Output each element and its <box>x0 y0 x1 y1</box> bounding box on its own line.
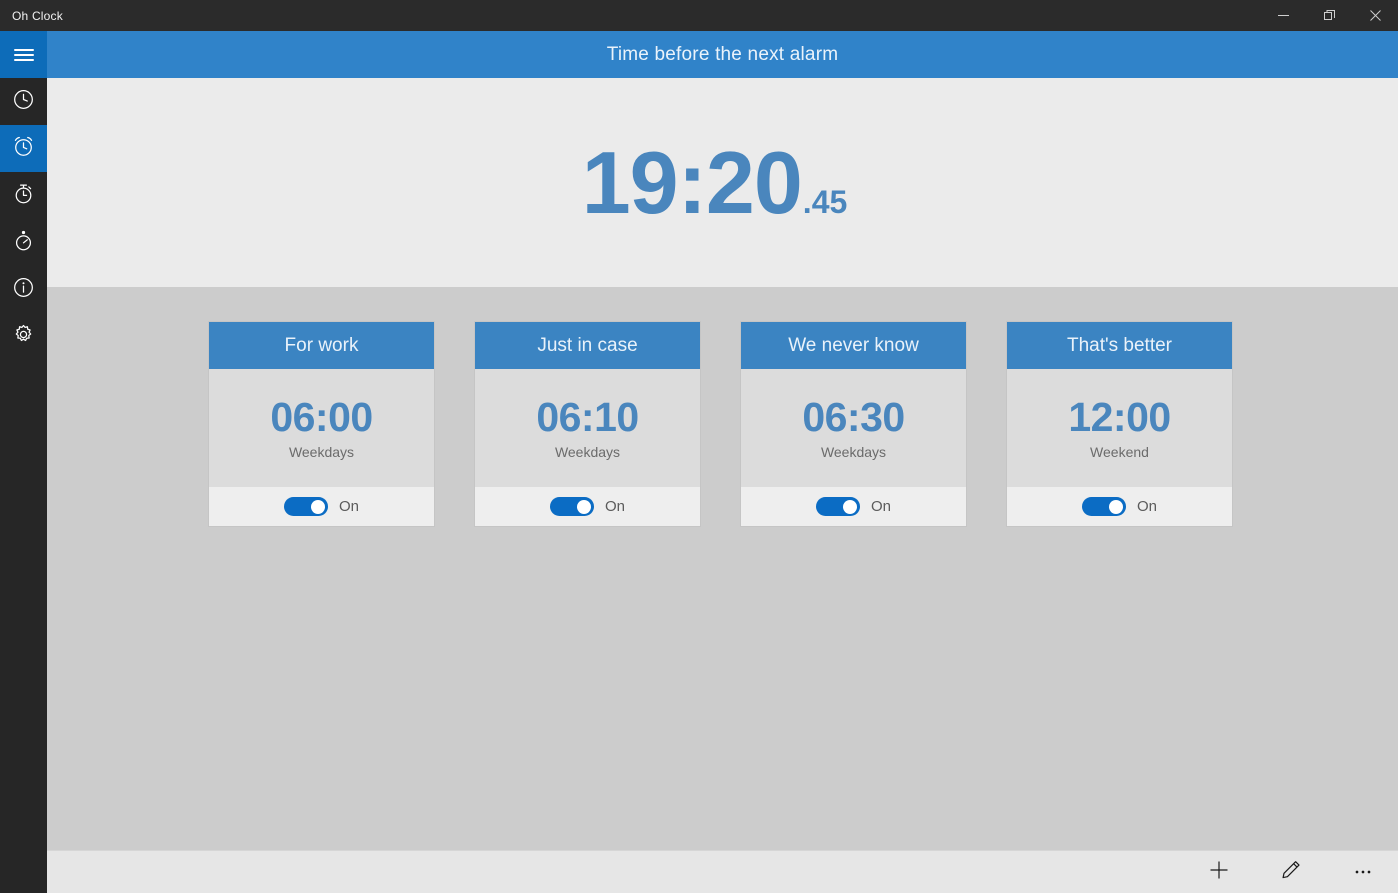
alarm-card[interactable]: We never know 06:30 Weekdays On <box>741 322 966 526</box>
alarm-card-body: 12:00 Weekend <box>1007 369 1232 487</box>
alarm-toggle[interactable] <box>815 497 860 516</box>
more-options-button[interactable] <box>1342 855 1384 889</box>
alarm-time: 12:00 <box>1068 393 1171 440</box>
alarm-cards: For work 06:00 Weekdays On Just in case … <box>209 322 1398 526</box>
countdown-display: 19:20 .45 <box>581 132 848 232</box>
alarm-card-footer: On <box>475 487 700 526</box>
info-icon <box>12 276 35 304</box>
bottom-app-bar <box>47 850 1398 893</box>
alarm-card-body: 06:30 Weekdays <box>741 369 966 487</box>
alarm-title: For work <box>284 334 359 356</box>
sidebar-item-clock[interactable] <box>0 78 47 125</box>
alarm-repeat: Weekdays <box>820 443 887 460</box>
restore-button[interactable] <box>1306 0 1352 31</box>
alarm-title: Just in case <box>537 334 638 356</box>
alarm-repeat: Weekdays <box>288 443 355 460</box>
alarm-card-footer: On <box>209 487 434 526</box>
alarm-card-body: 06:10 Weekdays <box>475 369 700 487</box>
title-bar: Oh Clock <box>0 0 1398 31</box>
sidebar-item-stopwatch[interactable] <box>0 172 47 219</box>
minimize-button[interactable] <box>1260 0 1306 31</box>
alarm-card-header: For work <box>209 322 434 369</box>
countdown-fraction: .45 <box>802 183 848 220</box>
alarm-title: That's better <box>1066 334 1172 356</box>
clock-icon <box>12 88 35 116</box>
alarm-toggle-label: On <box>870 498 891 515</box>
stopwatch-icon <box>12 182 35 210</box>
alarm-toggle[interactable] <box>549 497 594 516</box>
alarm-repeat: Weekdays <box>554 443 621 460</box>
page-title: Time before the next alarm <box>606 43 839 65</box>
alarm-card-footer: On <box>1007 487 1232 526</box>
window-body: Time before the next alarm 19:20 .45 For… <box>0 31 1398 893</box>
alarm-list-area: For work 06:00 Weekdays On Just in case … <box>47 287 1398 850</box>
edit-alarm-button[interactable] <box>1270 855 1312 889</box>
alarm-title: We never know <box>788 334 919 356</box>
timer-icon <box>12 229 35 257</box>
alarm-icon <box>12 135 35 163</box>
countdown-time: 19:20 <box>581 132 803 232</box>
navigation-sidebar <box>0 31 47 893</box>
oh-clock-window: Oh Clock Time before the next alarm 19:2… <box>0 0 1398 893</box>
alarm-card[interactable]: That's better 12:00 Weekend On <box>1007 322 1232 526</box>
sidebar-item-timer[interactable] <box>0 219 47 266</box>
hamburger-menu-button[interactable] <box>0 31 47 78</box>
alarm-time: 06:00 <box>270 393 373 440</box>
alarm-card-header: We never know <box>741 322 966 369</box>
alarm-toggle[interactable] <box>283 497 328 516</box>
alarm-toggle-label: On <box>1136 498 1157 515</box>
app-title: Oh Clock <box>12 8 63 23</box>
toggle-knob <box>576 499 591 514</box>
gear-icon <box>12 323 35 351</box>
toggle-knob <box>842 499 857 514</box>
page-header: Time before the next alarm <box>47 31 1398 78</box>
alarm-toggle[interactable] <box>1081 497 1126 516</box>
alarm-time: 06:30 <box>802 393 905 440</box>
alarm-card[interactable]: Just in case 06:10 Weekdays On <box>475 322 700 526</box>
alarm-toggle-label: On <box>604 498 625 515</box>
window-controls <box>1260 0 1398 31</box>
toggle-knob <box>310 499 325 514</box>
alarm-time: 06:10 <box>536 393 639 440</box>
alarm-card-footer: On <box>741 487 966 526</box>
alarm-card-body: 06:00 Weekdays <box>209 369 434 487</box>
close-button[interactable] <box>1352 0 1398 31</box>
ellipsis-icon <box>1352 859 1374 886</box>
sidebar-item-settings[interactable] <box>0 313 47 360</box>
sidebar-item-about[interactable] <box>0 266 47 313</box>
alarm-card-header: Just in case <box>475 322 700 369</box>
alarm-repeat: Weekend <box>1090 443 1149 460</box>
toggle-knob <box>1108 499 1123 514</box>
alarm-card-header: That's better <box>1007 322 1232 369</box>
alarm-card[interactable]: For work 06:00 Weekdays On <box>209 322 434 526</box>
hamburger-icon <box>13 46 34 64</box>
add-alarm-button[interactable] <box>1198 855 1240 889</box>
sidebar-item-alarm[interactable] <box>0 125 47 172</box>
content-area: Time before the next alarm 19:20 .45 For… <box>47 31 1398 893</box>
countdown-panel: 19:20 .45 <box>47 78 1398 287</box>
plus-icon <box>1208 859 1230 886</box>
alarm-toggle-label: On <box>338 498 359 515</box>
pencil-icon <box>1280 859 1302 886</box>
